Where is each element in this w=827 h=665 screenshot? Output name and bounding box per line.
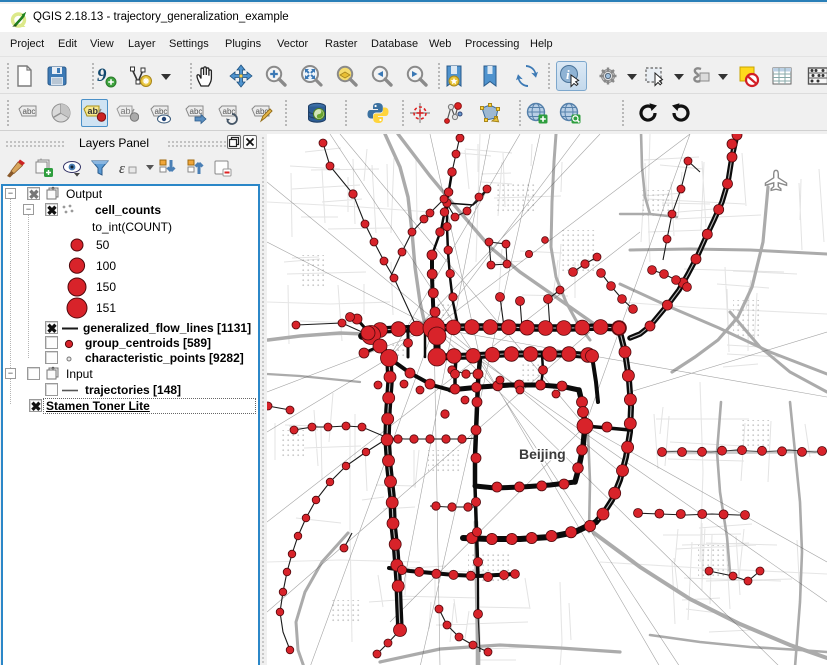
svg-text:abc: abc: [190, 107, 203, 116]
svg-text:ε: ε: [119, 161, 125, 177]
svg-text:abc: abc: [23, 107, 36, 116]
svg-text:ab: ab: [121, 106, 131, 116]
svg-text:ab: ab: [88, 106, 99, 116]
svg-text:Beijing: Beijing: [519, 446, 566, 462]
svg-text:9: 9: [97, 65, 107, 86]
svg-text:i: i: [566, 67, 570, 82]
